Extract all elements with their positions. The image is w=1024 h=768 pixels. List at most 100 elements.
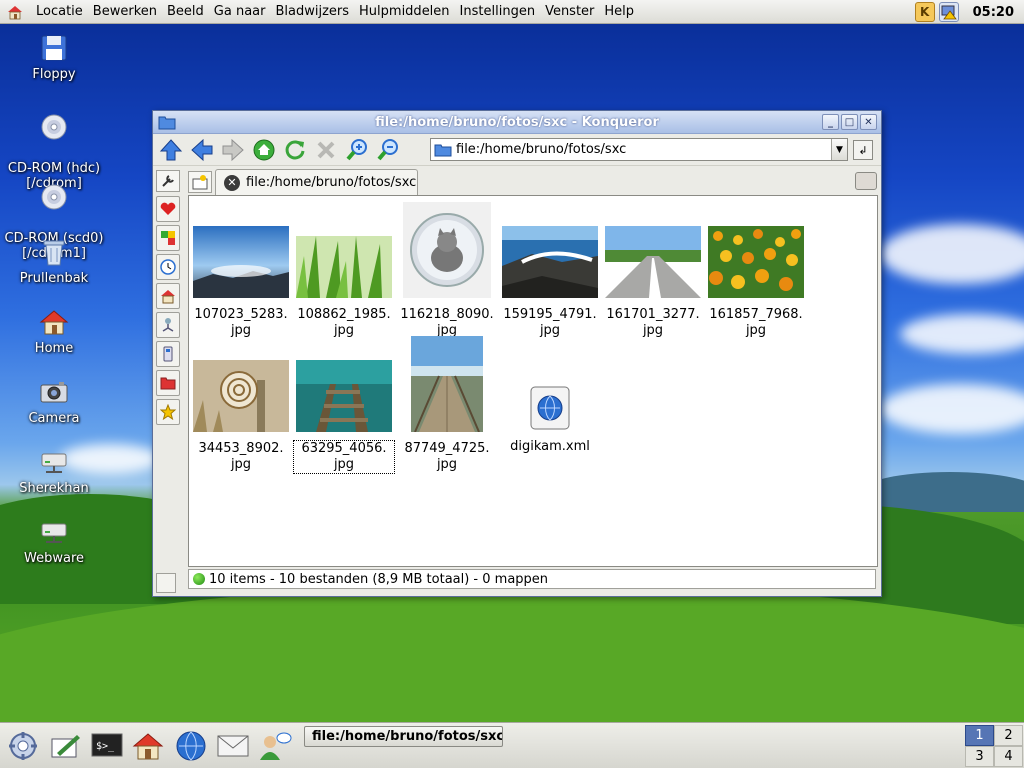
desktop-icon-label: Sherekhan (19, 481, 89, 496)
xml-document-icon (530, 386, 570, 430)
desktop-icon-prullenbak[interactable]: Prullenbak (4, 236, 104, 286)
minimize-button[interactable]: _ (822, 114, 839, 130)
home-icon (38, 306, 70, 338)
file-item[interactable]: 108862_1985. jpg (294, 236, 394, 339)
file-name: 161701_3277. jpg (606, 307, 700, 338)
desktop-icon-home[interactable]: Home (4, 306, 104, 356)
desktop-pager: 1 2 3 4 (965, 725, 1023, 767)
menu-help[interactable]: Help (604, 4, 634, 19)
kde-menu-icon[interactable] (6, 729, 40, 763)
reload-icon[interactable] (281, 136, 309, 164)
home-folder-icon[interactable] (156, 283, 180, 309)
klipper-icon[interactable]: K (914, 2, 935, 22)
bottom-panel: $>_ file:/home/bruno/fotos/sxc 1 2 3 4 (0, 722, 1024, 768)
close-button[interactable]: ✕ (860, 114, 877, 130)
mail-icon[interactable] (216, 729, 250, 763)
cloud (900, 314, 1024, 354)
go-button[interactable]: ↲ (853, 140, 873, 160)
app-home-icon[interactable] (4, 1, 26, 23)
desktop-icon-label: Home (34, 341, 74, 356)
icon-view[interactable]: 107023_5283. jpg 108862_1985. jpg 116218_8… (188, 195, 878, 567)
file-item[interactable]: 107023_5283. jpg (191, 226, 291, 339)
terminal-icon[interactable]: $>_ (90, 729, 124, 763)
messenger-icon[interactable] (258, 729, 292, 763)
taskbar-konqueror-button[interactable]: file:/home/bruno/fotos/sxc (304, 726, 503, 747)
menu-instellingen[interactable]: Instellingen (460, 4, 536, 19)
pager-desktop-4[interactable]: 4 (994, 746, 1023, 767)
status-bar: 10 items - 10 bestanden (8,9 MB totaal) … (188, 569, 876, 589)
home-icon[interactable] (131, 729, 165, 763)
up-arrow-icon[interactable] (157, 136, 185, 164)
network-drive-icon (38, 446, 70, 478)
history-clock-icon[interactable] (156, 254, 180, 280)
menu-hulpmiddelen[interactable]: Hulpmiddelen (359, 4, 450, 19)
menu-bladwijzers[interactable]: Bladwijzers (275, 4, 349, 19)
desktop-icon-webware[interactable]: Webware (4, 516, 104, 566)
bookmarks-heart-icon[interactable] (156, 196, 180, 222)
zoom-out-icon[interactable] (374, 136, 402, 164)
menu-ga-naar[interactable]: Ga naar (214, 4, 266, 19)
folder-icon[interactable] (158, 114, 176, 130)
home-icon[interactable] (250, 136, 278, 164)
menu-beeld[interactable]: Beeld (167, 4, 204, 19)
desktop-icon-camera[interactable]: Camera (4, 376, 104, 426)
menu-bewerken[interactable]: Bewerken (93, 4, 157, 19)
file-item[interactable]: 63295_4056. jpg (293, 360, 395, 474)
tab-bar: ✕ file:/home/bruno/fotos/sxc (153, 168, 881, 195)
pager-desktop-3[interactable]: 3 (965, 746, 994, 767)
forward-arrow-icon[interactable] (219, 136, 247, 164)
pager-desktop-1[interactable]: 1 (965, 725, 994, 746)
file-item[interactable]: 116218_8090. jpg (397, 202, 497, 339)
new-tab-button[interactable] (188, 171, 212, 193)
root-folder-icon[interactable] (156, 370, 180, 396)
monitor-warning-icon[interactable] (938, 2, 959, 22)
file-item[interactable]: digikam.xml (500, 386, 600, 455)
desktop-icon-floppy[interactable]: Floppy (4, 32, 104, 82)
devices-icon[interactable] (156, 225, 180, 251)
status-text: 10 items - 10 bestanden (8,9 MB totaal) … (209, 571, 549, 587)
tab-current-folder[interactable]: ✕ file:/home/bruno/fotos/sxc (215, 169, 418, 195)
photo-thumbnail (296, 236, 392, 298)
photo-thumbnail (193, 360, 289, 432)
file-item[interactable]: 34453_8902. jpg (191, 360, 291, 473)
desktop-icon-label: Camera (28, 411, 80, 426)
back-arrow-icon[interactable] (188, 136, 216, 164)
close-tab-icon[interactable]: ✕ (224, 174, 240, 191)
menu-venster[interactable]: Venster (545, 4, 594, 19)
location-bar[interactable]: file:/home/bruno/fotos/sxc ▼ (430, 138, 848, 161)
photo-thumbnail (411, 336, 483, 433)
clock[interactable]: 05:20 (973, 5, 1014, 20)
network-icon[interactable] (156, 312, 180, 338)
file-name: 159195_4791. jpg (503, 307, 597, 338)
file-item[interactable]: 159195_4791. jpg (500, 226, 600, 339)
web-browser-icon[interactable] (174, 729, 208, 763)
services-icon[interactable] (156, 341, 180, 367)
folder-icon (434, 144, 452, 156)
text-editor-icon[interactable] (48, 729, 82, 763)
location-input[interactable]: file:/home/bruno/fotos/sxc (456, 142, 831, 157)
desktop-icon-label: Floppy (32, 67, 76, 82)
desktop-icon-label: Webware (24, 551, 84, 566)
star-icon[interactable] (156, 399, 180, 425)
maximize-button[interactable]: □ (841, 114, 858, 130)
wrench-icon[interactable] (156, 170, 180, 192)
taskbar-task-label: file:/home/bruno/fotos/sxc (312, 729, 503, 744)
window-titlebar[interactable]: file:/home/bruno/fotos/sxc - Konqueror _… (153, 111, 881, 134)
file-item[interactable]: 87749_4725. jpg (397, 336, 497, 473)
status-led-icon (193, 573, 205, 585)
close-current-tab-button[interactable] (855, 172, 877, 190)
file-item[interactable]: 161857_7968. jpg (706, 226, 806, 339)
stop-icon[interactable] (312, 136, 340, 164)
trash-icon (38, 236, 70, 268)
desktop-icon-sherekhan[interactable]: Sherekhan (4, 446, 104, 496)
system-tray: K 05:20 (914, 0, 1024, 24)
photo-thumbnail (708, 226, 804, 298)
chevron-down-icon[interactable]: ▼ (831, 139, 847, 160)
konqueror-window: file:/home/bruno/fotos/sxc - Konqueror _… (152, 110, 882, 597)
zoom-in-icon[interactable] (343, 136, 371, 164)
panel-toggle-button[interactable] (156, 573, 176, 593)
file-name: 108862_1985. jpg (297, 307, 391, 338)
menu-locatie[interactable]: Locatie (36, 4, 83, 19)
file-item[interactable]: 161701_3277. jpg (603, 226, 703, 339)
pager-desktop-2[interactable]: 2 (994, 725, 1023, 746)
